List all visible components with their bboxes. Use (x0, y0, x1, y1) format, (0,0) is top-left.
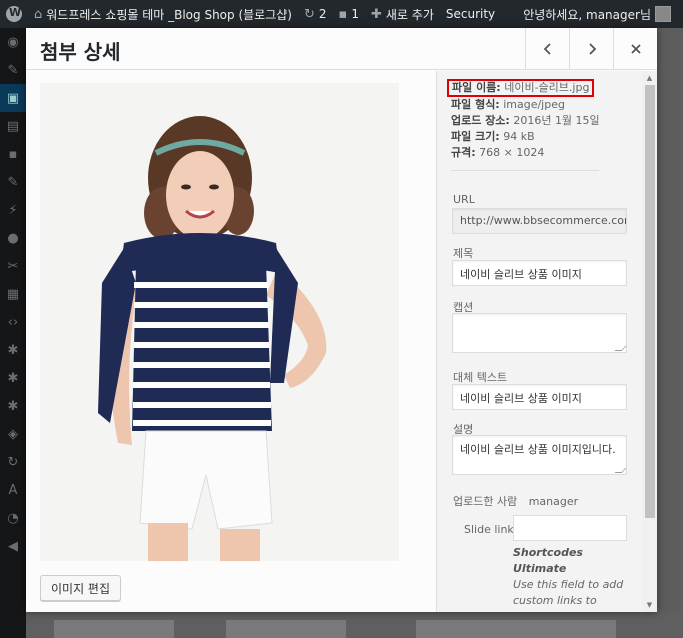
home-icon: ⌂ (34, 6, 43, 22)
file-type: image/jpeg (503, 98, 565, 111)
scroll-up-arrow-icon[interactable]: ▲ (642, 71, 657, 85)
dashboard-icon[interactable]: ◉ (0, 28, 26, 56)
attachment-details-modal: 첨부 상세 이미지 편집 파일 이름: 네이비-슬리브.jpg 파일 형식: i… (26, 28, 657, 612)
slide-link-label: Slide link (464, 523, 514, 536)
security-link[interactable]: Security (440, 0, 501, 28)
modal-header: 첨부 상세 (26, 28, 657, 70)
letter-a-icon[interactable]: A (0, 476, 26, 504)
file-type-label: 파일 형식: (451, 98, 500, 111)
alt-text-label: 대체 텍스트 (453, 371, 508, 384)
file-size: 94 kB (503, 130, 535, 143)
url-label: URL (453, 193, 475, 206)
divider (451, 170, 599, 171)
home-link[interactable]: ⌂ 워드프레스 쇼핑몰 테마 _Blog Shop (블로그샵) (28, 0, 298, 28)
resize-handle-icon[interactable] (614, 466, 626, 473)
slide-help-text: Use this field to add custom links to sl… (513, 578, 624, 612)
new-content-link[interactable]: ✚ 새로 추가 (365, 0, 440, 28)
comment-icon: ▪ (338, 6, 348, 22)
gear-icon[interactable]: ✱ (0, 364, 26, 392)
file-info: 파일 이름: 네이비-슬리브.jpg 파일 형식: image/jpeg 업로드… (447, 79, 600, 161)
uploaded-date-row: 업로드 장소: 2016년 1월 15일 (451, 113, 600, 129)
description-field[interactable]: 네이비 슬리브 상품 이미지입니다. (452, 435, 627, 475)
my-account-link[interactable]: 안녕하세요, manager님 (517, 0, 683, 28)
security-label: Security (445, 7, 496, 21)
shield-icon[interactable]: ◈ (0, 420, 26, 448)
pin-icon[interactable]: ✎ (0, 56, 26, 84)
chevron-left-icon (543, 43, 551, 55)
admin-menu: ◉ ✎ ▣ ▤ ▪ ✎ ⚡ ● ✂ ▦ ‹› ✱ ✱ ✱ ◈ ↻ A ◔ ◀ (0, 28, 26, 638)
avatar (655, 6, 671, 22)
file-name-label: 파일 이름: (452, 81, 501, 94)
file-size-label: 파일 크기: (451, 130, 500, 143)
edit-image-button[interactable]: 이미지 편집 (40, 575, 122, 601)
media-icon[interactable]: ▣ (0, 84, 26, 112)
admin-bar: ⌂ 워드프레스 쇼핑몰 테마 _Blog Shop (블로그샵) ↻ 2 ▪ 1… (0, 0, 683, 28)
comments-menu-icon[interactable]: ▪ (0, 140, 26, 168)
new-content-label: 새로 추가 (385, 7, 434, 22)
file-size-row: 파일 크기: 94 kB (451, 129, 600, 145)
attachment-info-panel: 파일 이름: 네이비-슬리브.jpg 파일 형식: image/jpeg 업로드… (436, 71, 657, 612)
updates-count: 2 (318, 7, 327, 21)
dimensions-row: 규격: 768 × 1024 (451, 145, 600, 161)
title-label: 제목 (453, 247, 474, 260)
comments-count: 1 (351, 7, 359, 21)
modal-title: 첨부 상세 (40, 40, 121, 64)
appearance-icon[interactable]: ✎ (0, 168, 26, 196)
uploaded-date-label: 업로드 장소: (451, 114, 510, 127)
url-field[interactable]: http://www.bbsecommerce.com/w (452, 208, 627, 234)
code-icon[interactable]: ‹› (0, 308, 26, 336)
settings-grid-icon[interactable]: ▦ (0, 280, 26, 308)
gear-icon[interactable]: ✱ (0, 392, 26, 420)
site-name: 워드프레스 쇼핑몰 테마 _Blog Shop (블로그샵) (46, 7, 292, 22)
users-icon[interactable]: ● (0, 224, 26, 252)
wordpress-logo-icon[interactable] (0, 0, 28, 28)
title-field[interactable]: 네이비 슬리브 상품 이미지 (452, 260, 627, 286)
close-button[interactable] (613, 28, 657, 70)
dimensions: 768 × 1024 (479, 146, 545, 159)
next-button[interactable] (569, 28, 613, 70)
file-type-row: 파일 형식: image/jpeg (451, 97, 600, 113)
uploaded-date: 2016년 1월 15일 (513, 114, 600, 127)
pages-icon[interactable]: ▤ (0, 112, 26, 140)
refresh-icon: ↻ (303, 6, 315, 22)
updates-link[interactable]: ↻ 2 (298, 0, 333, 28)
backdrop-right (657, 28, 683, 638)
resize-handle-icon[interactable] (614, 344, 626, 351)
scroll-thumb[interactable] (645, 85, 655, 518)
file-name: 네이비-슬리브.jpg (504, 81, 590, 94)
details-scrollbar[interactable]: ▲ ▼ (642, 71, 657, 612)
caption-field[interactable] (452, 313, 627, 353)
plus-icon: ✚ (370, 6, 382, 22)
uploaded-by-label: 업로드한 사람 (453, 495, 518, 508)
slide-link-field[interactable] (513, 515, 627, 541)
cycle-icon[interactable]: ↻ (0, 448, 26, 476)
slide-help-title: Shortcodes Ultimate (513, 546, 583, 575)
dimensions-label: 규격: (451, 146, 476, 159)
backdrop-bottom (26, 612, 683, 638)
uploaded-by: 업로드한 사람 manager (453, 493, 578, 509)
chevron-right-icon (588, 43, 596, 55)
previous-button[interactable] (525, 28, 569, 70)
file-name-row: 파일 이름: 네이비-슬리브.jpg (447, 79, 595, 97)
slide-link-help: Shortcodes Ultimate Use this field to ad… (513, 545, 631, 612)
plugins-icon[interactable]: ⚡ (0, 196, 26, 224)
alt-text-field[interactable]: 네이비 슬리브 상품 이미지 (452, 384, 627, 410)
close-icon (630, 44, 641, 54)
comments-link[interactable]: ▪ 1 (333, 0, 365, 28)
tools-icon[interactable]: ✂ (0, 252, 26, 280)
greeting: 안녕하세요, manager님 (523, 7, 651, 22)
chart-icon[interactable]: ◔ (0, 504, 26, 532)
product-photo (40, 83, 399, 561)
gear-icon[interactable]: ✱ (0, 336, 26, 364)
collapse-icon[interactable]: ◀ (0, 532, 26, 560)
image-panel: 이미지 편집 (26, 71, 436, 612)
attachment-image (40, 83, 399, 561)
description-text: 네이비 슬리브 상품 이미지입니다. (460, 443, 616, 456)
scroll-down-arrow-icon[interactable]: ▼ (642, 598, 657, 612)
uploaded-by-value: manager (528, 495, 579, 508)
